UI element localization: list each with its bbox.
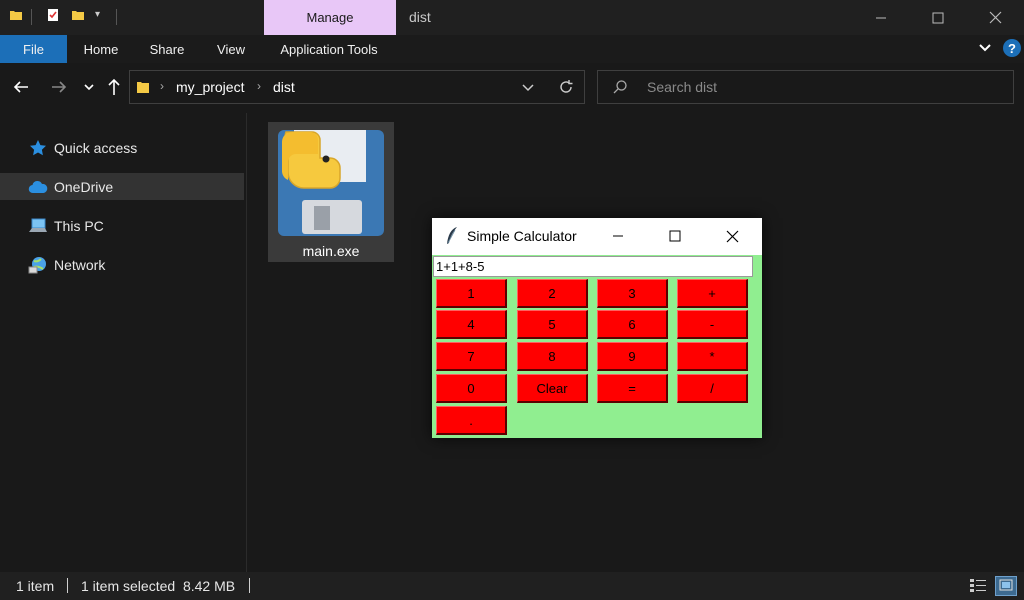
calc-button-1[interactable]: 1 (436, 279, 507, 308)
calc-button-minus[interactable]: - (677, 310, 748, 339)
breadcrumb-dist[interactable]: dist (273, 79, 295, 95)
selection-info: 1 item selected 8.42 MB (81, 578, 236, 594)
nav-item-label: This PC (54, 217, 104, 234)
calc-button-0[interactable]: 0 (436, 374, 507, 403)
calc-button-3[interactable]: 3 (597, 279, 668, 308)
tab-view[interactable]: View (206, 35, 256, 63)
calculator-title: Simple Calculator (467, 228, 577, 244)
nav-item-label: Network (54, 256, 106, 273)
back-arrow-icon[interactable] (12, 78, 30, 101)
search-icon (612, 79, 628, 100)
status-divider (249, 578, 250, 593)
details-view-icon[interactable] (969, 577, 987, 600)
breadcrumb-my-project[interactable]: my_project (176, 79, 244, 95)
folder-icon (136, 79, 150, 100)
tab-file[interactable]: File (0, 35, 67, 63)
calc-button-multiply[interactable]: * (677, 342, 748, 371)
refresh-icon[interactable] (557, 78, 575, 101)
calc-button-5[interactable]: 5 (517, 310, 588, 339)
status-divider (67, 578, 68, 593)
manage-tab[interactable]: Manage (264, 0, 396, 35)
nav-item-onedrive[interactable]: OneDrive (0, 173, 244, 200)
computer-icon (28, 216, 48, 236)
maximize-button[interactable] (915, 0, 961, 35)
calculator-maximize-button[interactable] (659, 226, 691, 246)
nav-item-quick-access[interactable]: Quick access (0, 134, 244, 161)
chevron-right-icon[interactable]: › (160, 79, 164, 93)
minimize-button[interactable] (858, 0, 904, 35)
nav-item-this-pc[interactable]: This PC (0, 212, 244, 239)
cloud-icon (28, 177, 48, 197)
calculator-display[interactable]: 1+1+8-5 (433, 256, 753, 277)
calc-button-8[interactable]: 8 (517, 342, 588, 371)
calc-button-decimal[interactable]: . (436, 406, 507, 435)
calc-button-plus[interactable]: + (677, 279, 748, 308)
help-icon[interactable]: ? (1003, 39, 1021, 57)
feather-icon (445, 226, 459, 251)
folder-icon[interactable] (9, 8, 23, 22)
new-folder-icon[interactable] (71, 8, 85, 22)
forward-arrow-icon[interactable] (50, 78, 68, 101)
calc-button-6[interactable]: 6 (597, 310, 668, 339)
large-icons-view-icon[interactable] (995, 576, 1017, 596)
calculator-minimize-button[interactable] (602, 226, 634, 246)
tab-home[interactable]: Home (74, 35, 128, 63)
chevron-right-icon[interactable]: › (257, 79, 261, 93)
close-button[interactable] (972, 0, 1018, 35)
calc-button-4[interactable]: 4 (436, 310, 507, 339)
calc-button-7[interactable]: 7 (436, 342, 507, 371)
calc-button-2[interactable]: 2 (517, 279, 588, 308)
nav-item-network[interactable]: Network (0, 251, 244, 278)
toolbar-divider (31, 9, 32, 25)
nav-item-label: OneDrive (54, 178, 114, 195)
search-placeholder: Search dist (647, 79, 718, 95)
address-dropdown-icon[interactable] (521, 81, 535, 99)
properties-icon[interactable] (46, 8, 60, 22)
recent-locations-icon[interactable] (83, 80, 95, 98)
nav-item-label: Quick access (54, 139, 138, 156)
file-name: main.exe (302, 243, 360, 259)
ribbon-expand-icon[interactable] (977, 40, 993, 61)
python-exe-icon (274, 122, 388, 245)
window-title: dist (409, 9, 431, 25)
toolbar-divider (116, 9, 117, 25)
calc-button-clear[interactable]: Clear (517, 374, 588, 403)
up-arrow-icon[interactable] (105, 77, 123, 102)
calc-button-9[interactable]: 9 (597, 342, 668, 371)
customize-toolbar-icon[interactable]: ▾ (95, 9, 100, 20)
tab-share[interactable]: Share (140, 35, 194, 63)
network-icon (28, 255, 48, 275)
item-count: 1 item (16, 578, 55, 594)
calculator-close-button[interactable] (716, 226, 748, 246)
star-icon (28, 138, 48, 158)
calc-button-divide[interactable]: / (677, 374, 748, 403)
calc-button-equals[interactable]: = (597, 374, 668, 403)
tab-application-tools[interactable]: Application Tools (268, 35, 390, 63)
